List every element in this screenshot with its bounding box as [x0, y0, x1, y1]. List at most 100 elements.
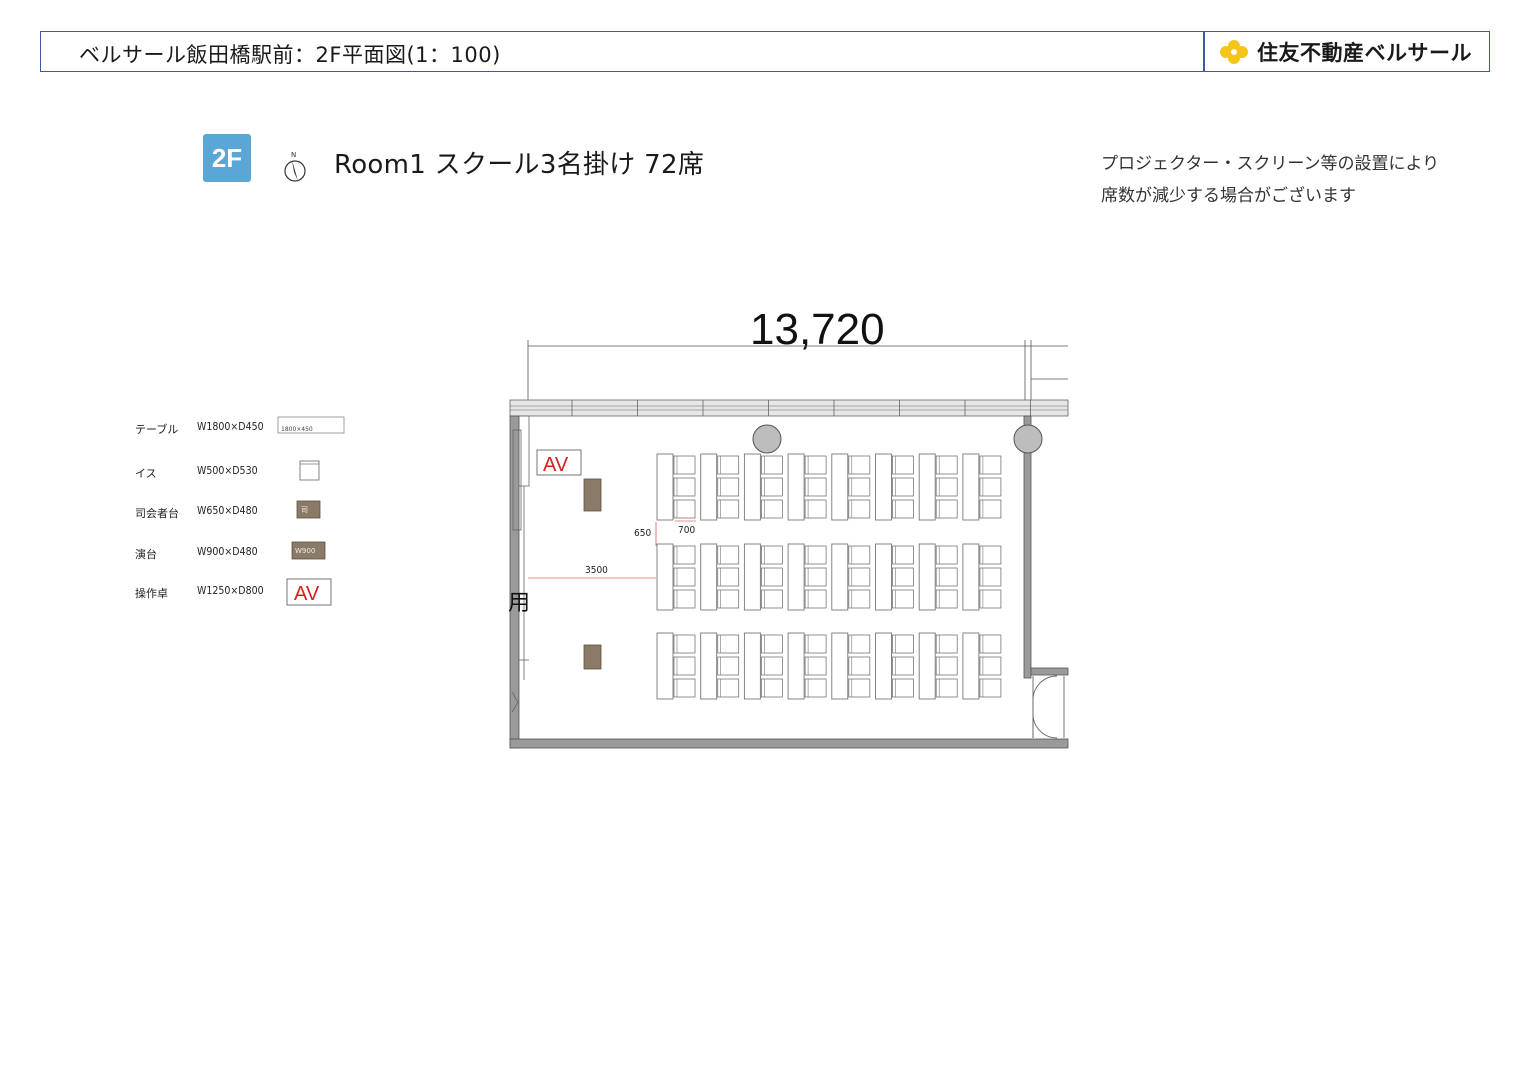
chair — [848, 545, 871, 565]
legend-sample-av-label: AV — [294, 583, 320, 605]
chair — [804, 477, 827, 497]
chair — [804, 455, 827, 475]
chair — [804, 499, 827, 519]
table-unit — [875, 453, 914, 521]
legend-sample-av-console: AV — [286, 578, 332, 606]
north-label: N — [291, 151, 296, 159]
brand: 住友不動産ベルサール — [1217, 37, 1472, 67]
av-console: AV — [536, 449, 582, 476]
room-title: Room1 スクール3名掛け 72席 — [334, 150, 705, 180]
table — [962, 543, 980, 611]
chair — [717, 545, 740, 565]
chair — [804, 656, 827, 676]
chair — [717, 567, 740, 587]
chair — [673, 567, 696, 587]
chair — [804, 589, 827, 609]
table-unit — [656, 453, 696, 521]
chair — [673, 499, 696, 519]
chair — [761, 678, 783, 698]
legend-name: 司会者台 — [135, 507, 179, 520]
table-unit — [700, 453, 740, 521]
chair — [761, 589, 783, 609]
chair — [892, 477, 914, 497]
mc-stand — [583, 644, 602, 670]
chair — [673, 634, 696, 654]
chair — [673, 678, 696, 698]
table — [831, 543, 849, 611]
legend-size: W1800×D450 — [197, 421, 264, 433]
chair — [979, 567, 1002, 587]
chair — [804, 567, 827, 587]
chair — [892, 634, 914, 654]
legend-size: W900×D480 — [197, 546, 258, 558]
chair — [717, 678, 740, 698]
table — [656, 453, 674, 521]
chair — [979, 499, 1002, 519]
chair — [892, 455, 914, 475]
legend-size: W1250×D800 — [197, 585, 264, 597]
chair — [717, 455, 740, 475]
chair — [717, 499, 740, 519]
table-unit — [656, 632, 696, 700]
chair — [848, 589, 871, 609]
chair — [717, 634, 740, 654]
chair — [673, 477, 696, 497]
chair — [892, 567, 914, 587]
chair — [673, 656, 696, 676]
column — [1013, 424, 1043, 454]
window-wall — [509, 399, 1069, 417]
table-unit — [875, 632, 914, 700]
column — [752, 424, 782, 454]
legend-sample-mc-stand: 司 — [296, 500, 321, 519]
table — [831, 453, 849, 521]
table — [656, 632, 674, 700]
table-unit — [656, 543, 696, 611]
chair — [979, 455, 1002, 475]
legend-name: イス — [135, 467, 157, 480]
chair — [935, 678, 958, 698]
floor-badge: 2F — [203, 134, 251, 182]
chair — [979, 545, 1002, 565]
chair — [892, 678, 914, 698]
chair — [892, 656, 914, 676]
table-unit — [787, 632, 827, 700]
chair — [979, 678, 1002, 698]
legend-name: テーブル — [135, 423, 179, 436]
table — [875, 453, 892, 521]
table — [962, 632, 980, 700]
gap-dimensions — [528, 520, 696, 579]
table-unit — [787, 453, 827, 521]
table-unit — [743, 632, 783, 700]
chair — [717, 477, 740, 497]
table-unit — [743, 453, 783, 521]
chair — [848, 455, 871, 475]
podium — [583, 478, 602, 512]
chair — [979, 634, 1002, 654]
brand-name: 住友不動産ベルサール — [1257, 41, 1472, 65]
chair — [761, 477, 783, 497]
chair — [979, 477, 1002, 497]
table — [875, 632, 892, 700]
table — [918, 543, 936, 611]
header-divider — [1203, 32, 1205, 71]
legend-samples: 1800×450 司 W900 AV — [277, 416, 345, 606]
chair — [848, 567, 871, 587]
table-unit — [875, 543, 914, 611]
chair — [935, 589, 958, 609]
table — [787, 543, 805, 611]
chair — [935, 545, 958, 565]
chair — [717, 656, 740, 676]
chair — [935, 656, 958, 676]
table — [787, 453, 805, 521]
table — [875, 543, 892, 611]
left-wall-detail — [511, 415, 530, 713]
table-unit — [962, 453, 1002, 521]
chair — [804, 545, 827, 565]
table — [787, 632, 805, 700]
chair — [935, 477, 958, 497]
legend-sample-mc-label: 司 — [301, 506, 308, 514]
av-console-label: AV — [543, 454, 569, 476]
dim-row-gap: 650 — [634, 528, 651, 539]
chair — [761, 567, 783, 587]
table — [918, 632, 936, 700]
